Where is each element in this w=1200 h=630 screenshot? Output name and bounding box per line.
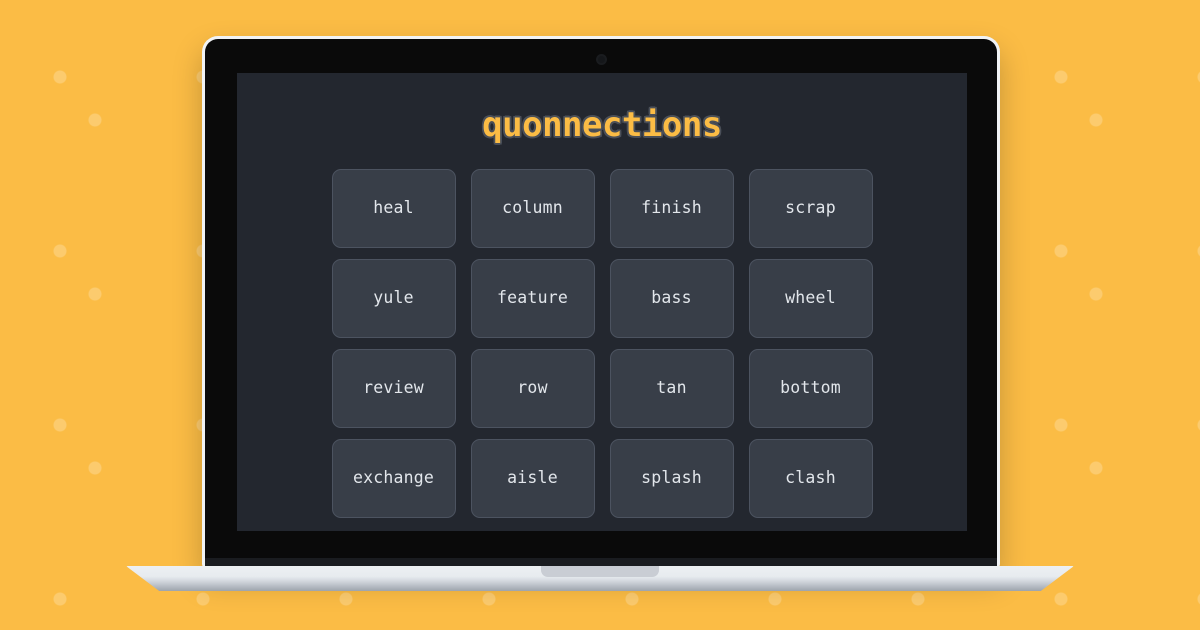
word-tile[interactable]: wheel	[748, 259, 873, 338]
word-tile[interactable]: row	[470, 349, 595, 428]
word-tile[interactable]: splash	[609, 439, 734, 518]
word-grid: heal column finish scrap yule feature ba…	[331, 169, 873, 518]
page-title: quonnections	[482, 105, 722, 145]
word-tile[interactable]: review	[331, 349, 456, 428]
laptop-screen: quonnections heal column finish scrap yu…	[237, 73, 967, 531]
word-tile[interactable]: exchange	[331, 439, 456, 518]
word-tile[interactable]: clash	[748, 439, 873, 518]
word-tile[interactable]: finish	[609, 169, 734, 248]
word-tile[interactable]: feature	[470, 259, 595, 338]
word-tile[interactable]: heal	[331, 169, 456, 248]
laptop-lid: quonnections heal column finish scrap yu…	[202, 36, 1000, 568]
laptop-base	[126, 566, 1074, 591]
word-tile[interactable]: bass	[609, 259, 734, 338]
word-tile[interactable]: column	[470, 169, 595, 248]
quonnections-app: quonnections heal column finish scrap yu…	[237, 73, 967, 531]
word-tile[interactable]: bottom	[748, 349, 873, 428]
word-tile[interactable]: tan	[609, 349, 734, 428]
word-tile[interactable]: scrap	[748, 169, 873, 248]
word-tile[interactable]: yule	[331, 259, 456, 338]
laptop-base-notch	[541, 566, 659, 577]
word-tile[interactable]: aisle	[470, 439, 595, 518]
laptop-device: quonnections heal column finish scrap yu…	[0, 0, 1200, 630]
webcam-icon	[597, 56, 605, 63]
